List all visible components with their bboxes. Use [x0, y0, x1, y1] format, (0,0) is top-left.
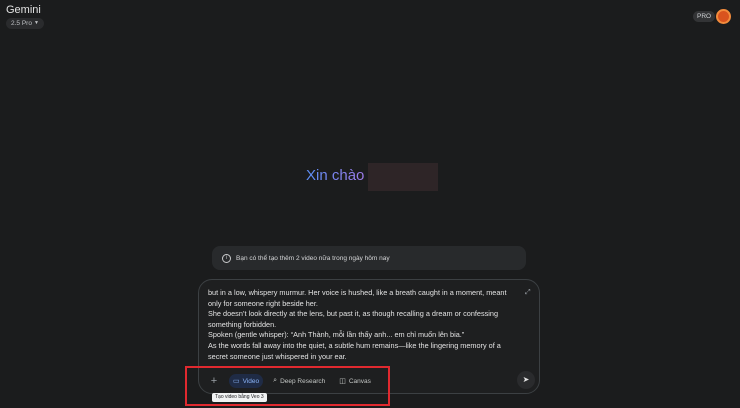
app-title: Gemini — [6, 4, 41, 16]
caret-down-icon: ▼ — [33, 20, 39, 26]
prompt-line: only for someone right beside her. — [208, 298, 318, 308]
prompt-line: Spoken (gentle whisper): “Anh Thành, mỗi… — [208, 330, 465, 340]
video-tooltip: Tạo video bằng Veo 3 — [212, 393, 267, 402]
send-icon: ➤ — [522, 375, 530, 384]
expand-icon[interactable]: ⤢ — [525, 289, 531, 297]
info-icon: i — [222, 253, 231, 263]
model-label: 2.5 Pro — [11, 20, 32, 27]
send-button[interactable]: ➤ — [517, 371, 535, 389]
redacted-name — [368, 163, 438, 191]
greeting: Xin chào — [306, 167, 365, 184]
video-limit-notice: i Bạn có thể tạo thêm 2 video nữa trong … — [212, 246, 526, 270]
notice-text: Bạn có thể tạo thêm 2 video nữa trong ng… — [236, 254, 390, 262]
prompt-input[interactable]: but in a low, whispery murmur. Her voice… — [208, 288, 518, 362]
model-selector[interactable]: 2.5 Pro ▼ — [6, 18, 44, 29]
prompt-line: but in a low, whispery murmur. Her voice… — [208, 288, 507, 297]
avatar[interactable] — [716, 9, 731, 24]
prompt-line: secret someone just whispered in your ea… — [208, 351, 347, 361]
prompt-line: She doesn’t look directly at the lens, b… — [208, 309, 499, 319]
prompt-line: something forbidden. — [208, 319, 277, 329]
pro-badge[interactable]: PRO — [693, 11, 716, 22]
prompt-line: As the words fall away into the quiet, a… — [208, 340, 501, 350]
top-bar: Gemini 2.5 Pro ▼ PRO — [0, 0, 740, 34]
